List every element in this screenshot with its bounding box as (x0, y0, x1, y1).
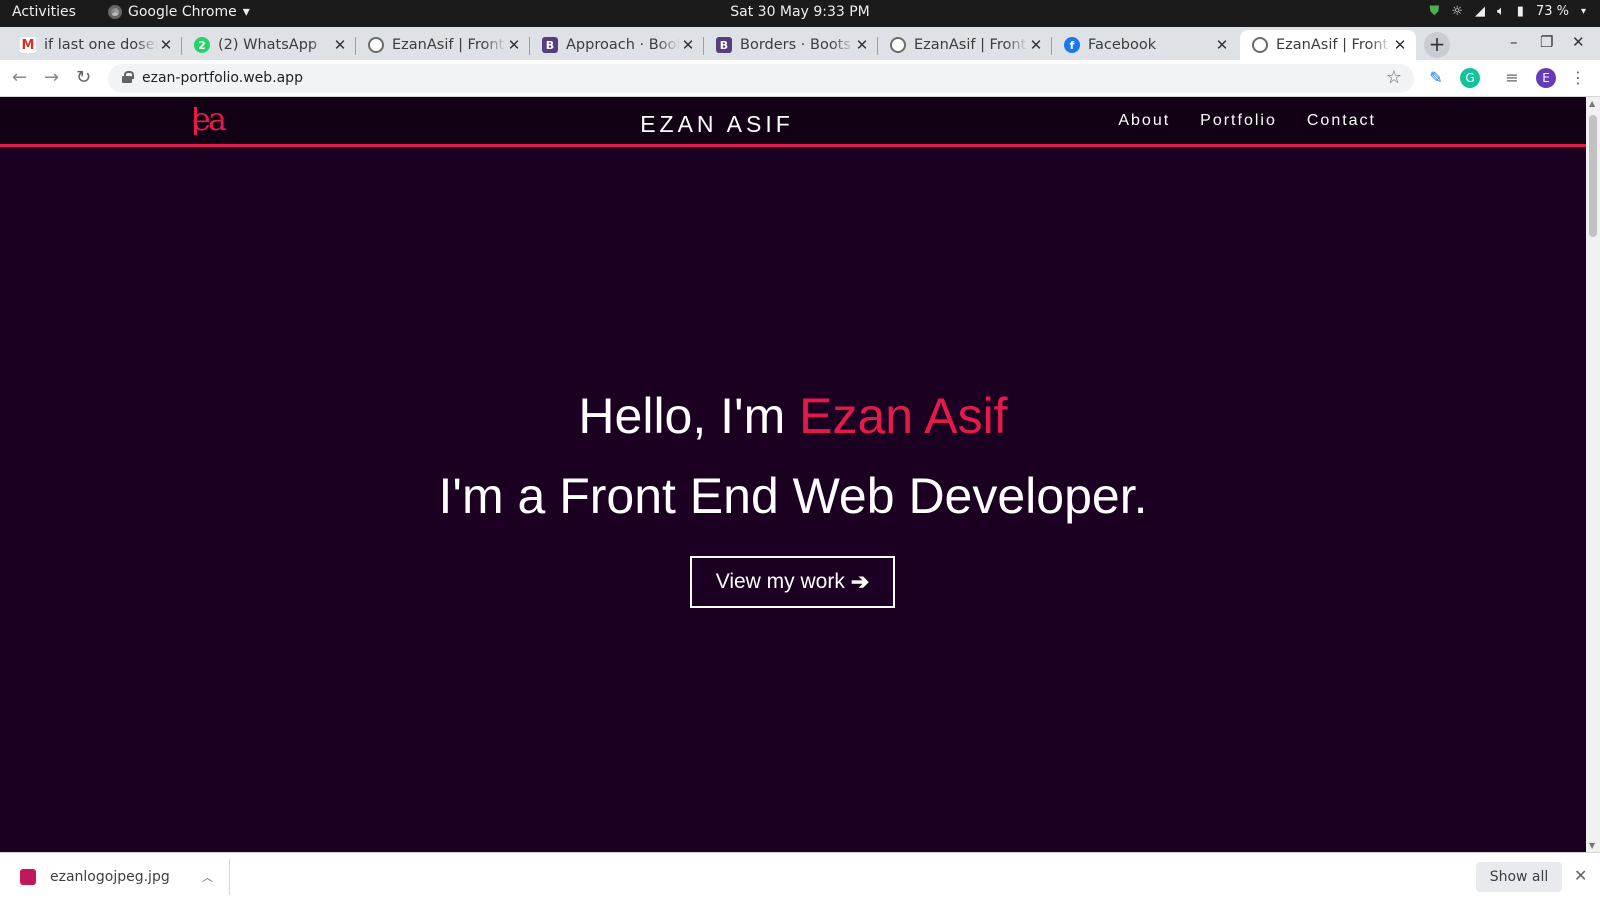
show-all-button[interactable]: Show all (1476, 862, 1562, 892)
tab-gmail[interactable]: M if last one dosen ✕ (8, 30, 182, 60)
brightness-icon: ☼ (1451, 4, 1463, 19)
close-icon[interactable]: ✕ (680, 36, 696, 54)
hero-greeting: Hello, I'm (578, 388, 800, 444)
image-file-icon (20, 869, 36, 885)
download-file-name: ezanlogojpeg.jpg (50, 869, 170, 885)
chevron-up-icon[interactable]: ︿ (202, 869, 213, 885)
hero-tagline: I'm a Front End Web Developer. (438, 468, 1148, 524)
media-control-icon[interactable]: ≡ (1502, 68, 1522, 88)
tab-whatsapp[interactable]: 2 (2) WhatsApp ✕ (182, 30, 356, 60)
system-tray[interactable]: ⛊ ☼ ◢ 🔈︎ ▮ 73 % ▾ (1430, 4, 1586, 19)
facebook-icon: f (1064, 37, 1080, 53)
profile-avatar[interactable]: E (1536, 68, 1556, 88)
tab-title: Borders · Boots (740, 37, 851, 53)
tab-title: EzanAsif | Front (392, 37, 505, 53)
arrow-right-icon: ➔ (850, 569, 870, 594)
close-icon[interactable]: ✕ (158, 36, 174, 54)
tab-borders[interactable]: B Borders · Boots ✕ (704, 30, 878, 60)
bootstrap-icon: B (542, 37, 558, 53)
back-button[interactable]: ← (12, 67, 27, 88)
close-icon[interactable]: ✕ (1028, 36, 1044, 54)
tab-ezan-2[interactable]: EzanAsif | Front ✕ (878, 30, 1052, 60)
clock[interactable]: Sat 30 May 9:33 PM (730, 4, 869, 20)
bootstrap-icon: B (716, 37, 732, 53)
download-item[interactable]: ezanlogojpeg.jpg ︿ (14, 859, 230, 895)
forward-button[interactable]: → (44, 67, 59, 88)
page-scrollbar[interactable]: ▲ ▼ (1586, 97, 1600, 852)
tab-title: (2) WhatsApp (218, 37, 318, 53)
web-page: ea EZAN ASIF About Portfolio Contact Hel… (0, 97, 1586, 852)
activities-button[interactable]: Activities (12, 4, 76, 20)
tab-title: EzanAsif | Front (914, 37, 1027, 53)
close-icon[interactable]: ✕ (1574, 866, 1587, 885)
menu-kebab-icon[interactable]: ⋮ (1568, 68, 1588, 88)
bookmark-star-icon[interactable]: ☆ (1386, 67, 1402, 88)
globe-icon (368, 37, 384, 53)
tab-strip: M if last one dosen ✕ 2 (2) WhatsApp ✕ E… (0, 27, 1600, 60)
close-icon[interactable]: ✕ (332, 36, 348, 54)
app-name: Google Chrome (128, 4, 237, 20)
tab-title: if last one dosen (44, 37, 158, 53)
wifi-icon: ◢ (1474, 4, 1485, 19)
shield-icon: ⛊ (1429, 4, 1440, 19)
scrollbar-thumb[interactable] (1589, 115, 1597, 237)
globe-icon (1252, 37, 1268, 53)
url-text[interactable]: ezan-portfolio.web.app (142, 70, 303, 86)
view-work-label: View my work (715, 570, 845, 593)
window-close-icon[interactable]: ✕ (1572, 33, 1585, 51)
restore-icon[interactable]: ❐ (1540, 33, 1553, 51)
chrome-icon (108, 5, 122, 19)
extension-pen-icon[interactable]: ✎ (1426, 68, 1446, 88)
globe-icon (890, 37, 906, 53)
caret-down-icon: ▾ (242, 4, 250, 20)
gmail-icon: M (20, 37, 36, 53)
hero-name: Ezan Asif (799, 388, 1008, 444)
caret-down-icon: ▾ (1580, 6, 1586, 17)
volume-icon: 🔈︎ (1496, 4, 1505, 19)
lock-icon[interactable] (122, 71, 134, 83)
grammarly-icon[interactable]: G (1460, 68, 1480, 88)
address-bar[interactable]: ezan-portfolio.web.app ☆ (108, 64, 1414, 93)
battery-percent: 73 % (1535, 4, 1569, 19)
scroll-up-icon[interactable]: ▲ (1589, 99, 1595, 108)
download-shelf: ezanlogojpeg.jpg ︿ Show all ✕ (0, 852, 1600, 900)
hero-section: Hello, I'm Ezan Asif I'm a Front End Web… (0, 97, 1586, 852)
battery-icon: ▮ (1516, 4, 1524, 19)
tab-title: EzanAsif | Front (1276, 37, 1389, 53)
close-icon[interactable]: ✕ (1214, 36, 1230, 54)
system-top-bar: Activities Google Chrome ▾ Sat 30 May 9:… (0, 0, 1600, 27)
browser-toolbar: ← → ↻ ezan-portfolio.web.app ☆ ✎ G ≡ E ⋮ (0, 60, 1600, 97)
whatsapp-icon: 2 (194, 37, 210, 53)
tab-ezan-1[interactable]: EzanAsif | Front ✕ (356, 30, 530, 60)
tab-title: Facebook (1088, 37, 1157, 53)
app-menu[interactable]: Google Chrome ▾ (108, 4, 250, 20)
scroll-down-icon[interactable]: ▼ (1589, 841, 1595, 850)
tab-approach[interactable]: B Approach · Boot ✕ (530, 30, 704, 60)
reload-button[interactable]: ↻ (76, 67, 91, 88)
close-icon[interactable]: ✕ (506, 36, 522, 54)
hero-heading: Hello, I'm Ezan Asif (0, 387, 1586, 445)
minimize-icon[interactable]: – (1510, 33, 1518, 51)
new-tab-button[interactable]: + (1424, 32, 1450, 58)
tab-facebook[interactable]: f Facebook ✕ (1052, 30, 1238, 60)
close-icon[interactable]: ✕ (854, 36, 870, 54)
tab-ezan-active[interactable]: EzanAsif | Front ✕ (1240, 30, 1416, 60)
tab-title: Approach · Boot (566, 37, 680, 53)
close-icon[interactable]: ✕ (1392, 36, 1408, 54)
view-work-button[interactable]: View my work ➔ (690, 556, 895, 608)
